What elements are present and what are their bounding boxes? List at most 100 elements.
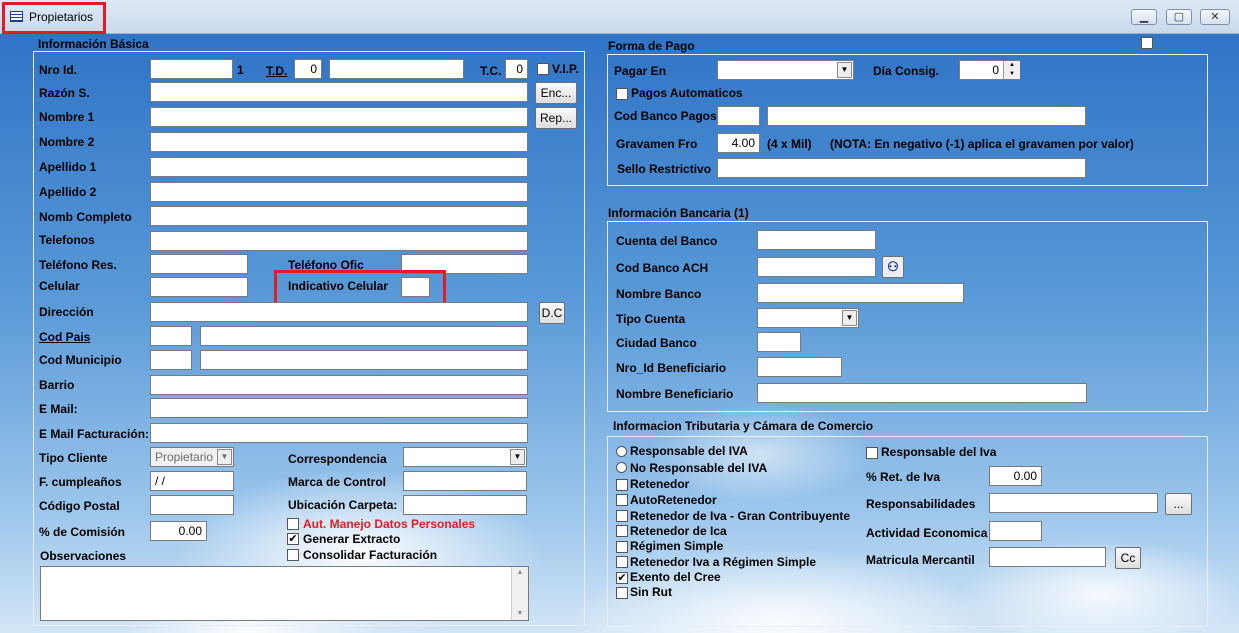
telefonos-label: Telefonos [39, 233, 95, 247]
binoculars-search-button[interactable]: ⚇ [882, 256, 904, 278]
pago-option-checkbox[interactable] [1141, 37, 1153, 49]
gravamen-unit: (4 x Mil) [767, 137, 812, 151]
razon-field[interactable] [150, 82, 528, 102]
no-resp-iva-label: No Responsable del IVA [630, 461, 768, 475]
retenedor-checkbox[interactable] [616, 479, 628, 491]
scroll-up-icon[interactable]: ▲ [512, 567, 528, 579]
email-field[interactable] [150, 398, 528, 418]
email-fact-field[interactable] [150, 423, 528, 443]
ubicacion-field[interactable] [403, 495, 527, 515]
td-label[interactable]: T.D. [266, 64, 287, 78]
nomb-completo-field[interactable] [150, 206, 528, 226]
aut-datos-checkbox[interactable] [287, 518, 299, 530]
autoretenedor-checkbox[interactable] [616, 494, 628, 506]
ach-field[interactable] [757, 257, 876, 277]
observaciones-textarea[interactable]: ▲ ▼ [40, 566, 529, 621]
cod-municipio-field[interactable] [150, 350, 192, 370]
ret-iva-reg-label: Retenedor Iva a Régimen Simple [630, 555, 817, 569]
ach-label: Cod Banco ACH [616, 261, 709, 275]
direccion-field[interactable] [150, 302, 528, 322]
td-description-field[interactable] [329, 59, 464, 79]
form-area: Información Básica Nro Id. 1 T.D. 0 T.C.… [0, 34, 1239, 633]
matricula-field[interactable] [989, 547, 1106, 567]
apellido2-field[interactable] [150, 182, 528, 202]
title-bar: Propietarios ▁ ▢ ✕ [0, 0, 1239, 34]
tipo-cliente-select[interactable]: Propietario ▼ [150, 447, 234, 467]
gravamen-field[interactable]: 4.00 [717, 133, 760, 153]
pagos-auto-checkbox[interactable] [616, 88, 628, 100]
nombre2-field[interactable] [150, 132, 528, 152]
ret-iva-reg-checkbox[interactable] [616, 556, 628, 568]
nombre-banco-field[interactable] [757, 283, 964, 303]
celular-field[interactable] [150, 277, 248, 297]
cc-button[interactable]: Cc [1115, 547, 1141, 569]
maximize-button[interactable]: ▢ [1166, 9, 1192, 25]
scroll-down-icon[interactable]: ▼ [512, 608, 528, 620]
enc-button[interactable]: Enc... [535, 82, 577, 104]
ret-gran-label: Retenedor de Iva - Gran Contribuyente [630, 509, 851, 523]
tc-field[interactable]: 0 [505, 59, 528, 79]
dc-button[interactable]: D.C [539, 302, 565, 324]
comision-field[interactable]: 0.00 [150, 521, 207, 541]
tributaria-title: Informacion Tributaria y Cámara de Comer… [613, 419, 874, 433]
nomb-completo-label: Nomb Completo [39, 210, 132, 224]
td-field[interactable]: 0 [294, 59, 322, 79]
comision-label: % de Comisión [39, 525, 126, 539]
responsabilidades-field[interactable] [989, 493, 1158, 513]
resp-iva-radio[interactable] [616, 446, 627, 457]
cod-banco-pagos-field[interactable] [717, 106, 760, 126]
barrio-label: Barrio [39, 378, 75, 392]
gen-extracto-checkbox[interactable]: ✔ [287, 533, 299, 545]
pagar-en-select[interactable]: ▼ [717, 60, 854, 80]
nom-benef-field[interactable] [757, 383, 1087, 403]
nro-benef-field[interactable] [757, 357, 842, 377]
telefonos-field[interactable] [150, 231, 528, 251]
exento-label: Exento del Cree [630, 570, 721, 584]
vip-checkbox[interactable] [537, 63, 549, 75]
close-button[interactable]: ✕ [1200, 9, 1230, 25]
correspondencia-select[interactable]: ▼ [403, 447, 527, 467]
spinner-arrows-icon[interactable]: ▲ ▼ [1003, 61, 1020, 79]
matricula-label: Matricula Mercantil [866, 553, 975, 567]
email-fact-label: E Mail Facturación: [39, 427, 150, 441]
f-cumple-field[interactable]: / / [150, 471, 234, 491]
ciudad-banco-label: Ciudad Banco [616, 336, 697, 350]
exento-checkbox[interactable]: ✔ [616, 572, 628, 584]
municipio-name-field[interactable] [200, 350, 528, 370]
nom-benef-label: Nombre Beneficiario [616, 387, 734, 401]
ret-gran-checkbox[interactable] [616, 510, 628, 522]
banco-pagos-name-field[interactable] [767, 106, 1086, 126]
cod-postal-label: Código Postal [39, 499, 120, 513]
minimize-button[interactable]: ▁ [1131, 9, 1157, 25]
tel-res-field[interactable] [150, 254, 248, 274]
barrio-field[interactable] [150, 375, 528, 395]
actividad-field[interactable] [989, 521, 1042, 541]
cod-pais-field[interactable] [150, 326, 192, 346]
cod-postal-field[interactable] [150, 495, 234, 515]
f-cumple-label: F. cumpleaños [39, 475, 122, 489]
ret-iva-field[interactable]: 0.00 [989, 466, 1042, 486]
nro-id-field[interactable] [150, 59, 233, 79]
ret-ica-checkbox[interactable] [616, 525, 628, 537]
razon-label: Razón S. [39, 86, 90, 100]
marca-control-field[interactable] [403, 471, 527, 491]
pais-name-field[interactable] [200, 326, 528, 346]
regimen-checkbox[interactable] [616, 541, 628, 553]
observaciones-scrollbar[interactable]: ▲ ▼ [511, 567, 528, 620]
nro-benef-label: Nro_Id Beneficiario [616, 361, 727, 375]
tipo-cuenta-select[interactable]: ▼ [757, 308, 859, 328]
cuenta-field[interactable] [757, 230, 876, 250]
chevron-down-icon: ▼ [842, 310, 857, 326]
nombre1-field[interactable] [150, 107, 528, 127]
apellido1-field[interactable] [150, 157, 528, 177]
ciudad-banco-field[interactable] [757, 332, 801, 352]
sin-rut-checkbox[interactable] [616, 587, 628, 599]
responsabilidades-browse-button[interactable]: ... [1165, 493, 1192, 515]
sello-field[interactable] [717, 158, 1086, 178]
rep-button[interactable]: Rep... [535, 107, 577, 129]
consolidar-checkbox[interactable] [287, 549, 299, 561]
cod-pais-label[interactable]: Cod Pais [39, 330, 90, 344]
resp-iva-check-label: Responsable del Iva [881, 445, 997, 459]
no-resp-iva-radio[interactable] [616, 462, 627, 473]
resp-iva-checkbox[interactable] [866, 447, 878, 459]
